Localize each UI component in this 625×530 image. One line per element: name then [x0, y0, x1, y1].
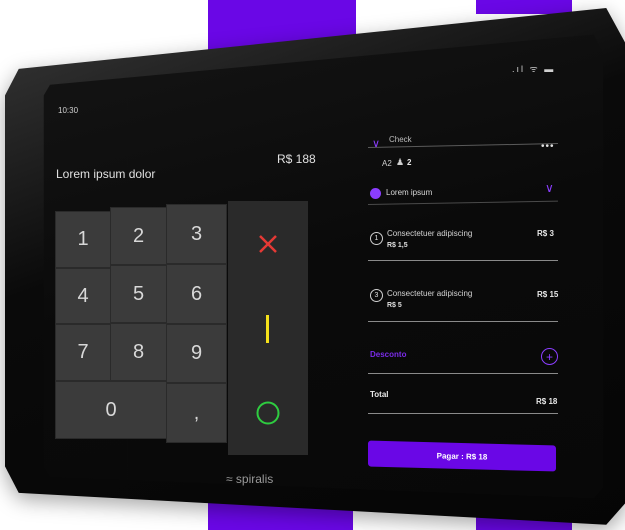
user-icon: ♟	[396, 157, 405, 167]
brand-logo: ≈ spiralis	[226, 472, 273, 486]
add-discount-button[interactable]: +	[541, 348, 558, 365]
item-unit-price: R$ 5	[387, 302, 402, 309]
key-2[interactable]: 2	[110, 207, 167, 265]
product-title: Lorem ipsum dolor	[56, 167, 156, 181]
status-icons: .ıl ᯤ ▬	[512, 64, 556, 74]
check-label: Check	[389, 135, 412, 144]
x-icon	[259, 235, 277, 253]
key-label: 4	[77, 284, 89, 307]
clear-key[interactable]	[228, 287, 308, 371]
bar-icon	[266, 315, 269, 343]
cancel-key[interactable]	[228, 201, 308, 287]
chevron-down-icon[interactable]: ∨	[545, 181, 554, 195]
key-label: 0	[105, 398, 117, 421]
divider	[368, 260, 558, 261]
key-3[interactable]: 3	[166, 204, 227, 264]
item-price: R$ 3	[537, 229, 554, 238]
key-label: 2	[132, 224, 145, 247]
circle-icon	[256, 401, 280, 425]
key-comma[interactable]: ,	[166, 383, 227, 443]
item-name: Consectetuer adipiscing	[387, 229, 473, 238]
table-label: A2	[382, 159, 392, 168]
divider	[368, 321, 558, 322]
discount-label: Desconto	[370, 350, 407, 359]
status-time: 10:30	[58, 106, 79, 115]
item-name: Consectetuer adipiscing	[387, 289, 473, 298]
item-qty[interactable]: 1	[370, 232, 383, 245]
key-label: 1	[77, 228, 89, 250]
key-6[interactable]: 6	[166, 264, 227, 324]
total-label: Total	[370, 390, 389, 399]
total-value: R$ 18	[536, 397, 558, 406]
brand-text: spiralis	[235, 472, 274, 486]
price-display: R$ 188	[277, 152, 316, 166]
key-7[interactable]: 7	[55, 324, 111, 381]
spiral-icon: ≈	[226, 472, 236, 486]
chevron-down-icon[interactable]: ∨	[372, 137, 380, 150]
key-label: 5	[132, 282, 145, 305]
key-label: 6	[190, 282, 203, 305]
divider	[368, 373, 558, 374]
key-label: 9	[190, 342, 203, 364]
key-5[interactable]: 5	[110, 265, 167, 323]
confirm-key[interactable]	[228, 371, 308, 455]
customer-avatar	[370, 188, 381, 199]
item-unit-price: R$ 1,5	[387, 242, 408, 249]
key-0[interactable]: 0	[55, 381, 167, 439]
pay-button[interactable]: Pagar : R$ 18	[368, 440, 556, 472]
item-qty[interactable]: 3	[370, 289, 383, 302]
guests-count: 2	[407, 158, 412, 167]
key-label: ,	[193, 401, 200, 424]
item-price: R$ 15	[537, 290, 559, 299]
key-label: 3	[190, 222, 203, 245]
divider	[368, 413, 558, 414]
key-1[interactable]: 1	[55, 211, 111, 268]
key-4[interactable]: 4	[55, 268, 111, 324]
key-8[interactable]: 8	[110, 323, 167, 381]
key-label: 8	[132, 340, 145, 363]
customer-name[interactable]: Lorem ipsum	[386, 188, 432, 197]
key-9[interactable]: 9	[166, 324, 227, 383]
key-label: 7	[77, 341, 89, 363]
